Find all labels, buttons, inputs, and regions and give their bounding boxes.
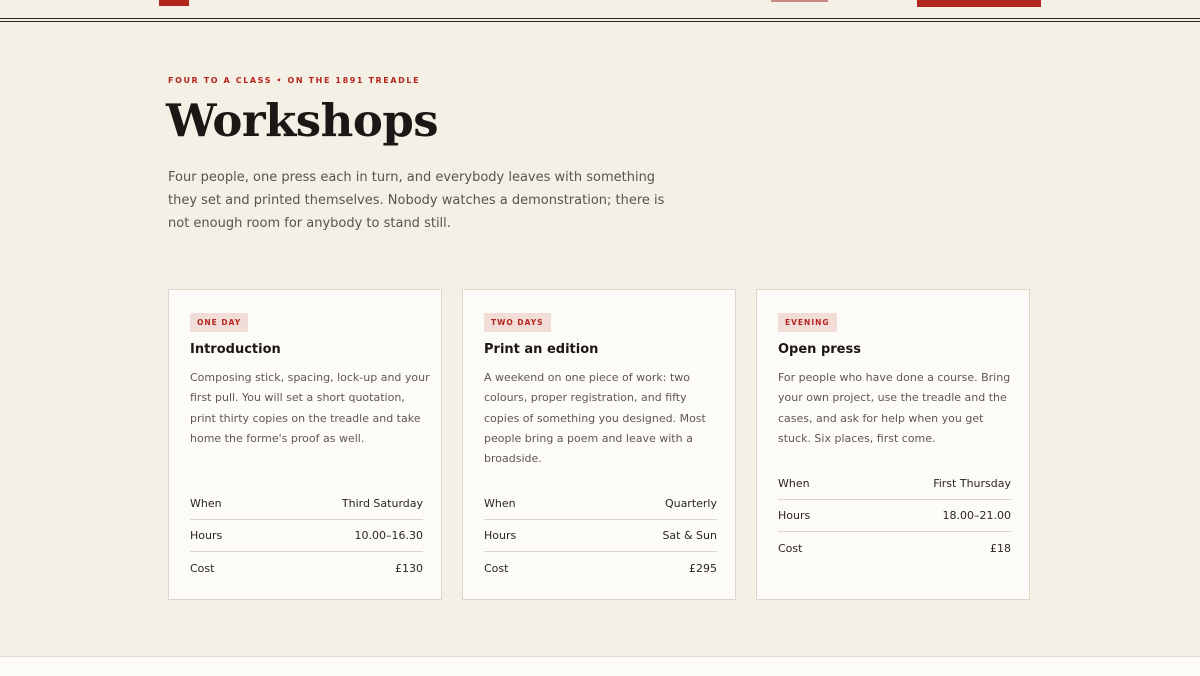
detail-label: Hours — [778, 509, 811, 522]
duration-badge: EVENING — [778, 313, 837, 332]
detail-label: Cost — [190, 561, 215, 575]
detail-row-when: When Third Saturday — [190, 488, 423, 520]
detail-label: When — [778, 477, 810, 490]
workshop-details: When Third Saturday Hours 10.00–16.30 Co… — [190, 488, 423, 584]
workshop-details: When First Thursday Hours 18.00–21.00 Co… — [778, 468, 1011, 564]
nav-active-underline — [771, 0, 828, 2]
detail-row-cost: Cost £18 — [778, 532, 1011, 564]
detail-row-cost: Cost £295 — [484, 552, 717, 584]
workshop-description: A weekend on one piece of work: two colo… — [484, 371, 706, 466]
workshop-description: Composing stick, spacing, lock-up and yo… — [190, 371, 430, 445]
workshop-title: Open press — [778, 342, 861, 357]
detail-value: Sat & Sun — [662, 529, 717, 542]
detail-label: Cost — [484, 561, 509, 575]
detail-label: When — [484, 497, 516, 510]
workshop-card-introduction: ONE DAY Introduction Composing stick, sp… — [168, 289, 442, 600]
detail-row-hours: Hours Sat & Sun — [484, 520, 717, 552]
workshop-title: Introduction — [190, 342, 281, 357]
page-eyebrow: FOUR TO A CLASS • ON THE 1891 TREADLE — [168, 76, 421, 85]
workshop-details: When Quarterly Hours Sat & Sun Cost £295 — [484, 488, 717, 584]
detail-value: £18 — [990, 541, 1011, 555]
detail-label: Hours — [190, 529, 223, 542]
header-cta-button[interactable] — [917, 0, 1041, 7]
workshop-title: Print an edition — [484, 342, 599, 357]
detail-row-hours: Hours 10.00–16.30 — [190, 520, 423, 552]
page-title: Workshops — [166, 94, 439, 147]
workshop-card-print-an-edition: TWO DAYS Print an edition A weekend on o… — [462, 289, 736, 600]
detail-value: 10.00–16.30 — [354, 529, 423, 542]
site-header — [0, 0, 1200, 22]
duration-badge: TWO DAYS — [484, 313, 551, 332]
workshop-description: For people who have done a course. Bring… — [778, 371, 1011, 445]
logo-mark[interactable] — [159, 0, 189, 6]
detail-row-when: When First Thursday — [778, 468, 1011, 500]
detail-value: Quarterly — [664, 497, 717, 510]
detail-value: First Thursday — [933, 477, 1011, 490]
detail-row-when: When Quarterly — [484, 488, 717, 520]
detail-row-cost: Cost £130 — [190, 552, 423, 584]
detail-value: Third Saturday — [341, 497, 423, 510]
detail-value: £295 — [689, 561, 717, 575]
duration-badge: ONE DAY — [190, 313, 249, 332]
workshop-card-open-press: EVENING Open press For people who have d… — [756, 289, 1030, 600]
page-intro: Four people, one press each in turn, and… — [168, 170, 665, 231]
detail-label: Hours — [484, 529, 517, 542]
detail-value: £130 — [395, 561, 423, 575]
detail-label: Cost — [778, 541, 803, 555]
footer-band — [0, 656, 1200, 676]
detail-label: When — [190, 497, 222, 510]
detail-value: 18.00–21.00 — [942, 509, 1011, 522]
detail-row-hours: Hours 18.00–21.00 — [778, 500, 1011, 532]
